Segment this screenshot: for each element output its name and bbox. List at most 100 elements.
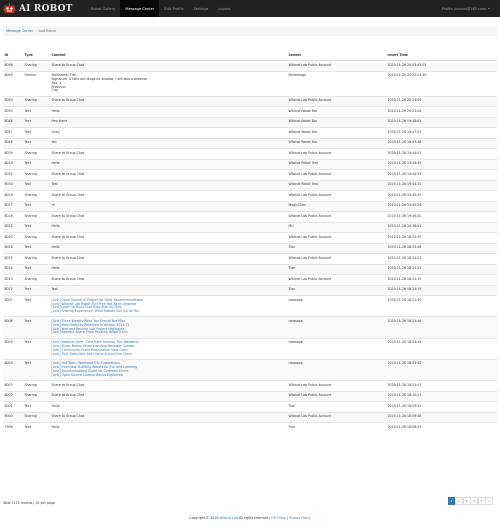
cell-content: [Link] Weather Alert: Cold Front Arrivin… <box>50 337 287 360</box>
cell-type: Sharing <box>23 211 50 223</box>
cell-time: 2019-11-26 18:24:22 <box>386 263 497 275</box>
nav-robot-gallery[interactable]: Robot Gallery <box>86 0 120 17</box>
header-id[interactable]: ID <box>3 51 23 62</box>
nav-edit-profile[interactable]: Edit Profile <box>159 0 188 17</box>
header-type[interactable]: Type <box>23 51 50 62</box>
cell-time: 2019-11-26 18:21:30 <box>386 295 497 317</box>
cell-type: Sharing <box>23 411 50 423</box>
cell-time: 2019-11-26 18:21:41 <box>386 380 497 392</box>
table-row: 8003 Sharing Share to Group Chat Wildcat La… <box>3 380 497 392</box>
cell-time: 2019-11-26 18:09:48 <box>386 411 497 423</box>
header-sender[interactable]: Sender <box>287 51 386 62</box>
cell-content: Share to Group Chat <box>50 380 287 392</box>
cell-content: Test <box>50 179 287 191</box>
header-time[interactable]: Insert Time <box>386 51 497 62</box>
cell-id: 8033 <box>3 158 23 170</box>
table-row: 8047 Text Okay Wildcat Robot Bro 2019-11-26 … <box>3 127 497 139</box>
cell-sender: MU <box>287 221 386 233</box>
user-menu[interactable]: Profile (xxxxxx@163.com) <box>442 0 490 17</box>
cell-id: 8029 <box>3 190 23 202</box>
cell-type: Text <box>23 337 50 360</box>
cell-id: 7999 <box>3 422 23 434</box>
next-page-button[interactable]: » <box>485 497 493 505</box>
breadcrumb-home[interactable]: Message Center <box>6 29 33 33</box>
content-line: Share to Group Chat <box>51 382 85 387</box>
copyright-separator: | <box>286 516 288 520</box>
cell-time: 2019-11-26 20:24:06 <box>386 95 497 107</box>
cell-id: 8030 <box>3 179 23 191</box>
content-line: Share to Group Chat <box>51 213 85 218</box>
record-summary: Total 2113 records | 30 per page <box>3 501 55 505</box>
cell-sender: Tian <box>287 422 386 434</box>
table-row: 8032 Sharing Share to Group Chat Wildcat La… <box>3 169 497 181</box>
cell-type: Text <box>23 422 50 434</box>
brand-name: AI ROBOT <box>19 3 73 14</box>
content-link[interactable]: [Link] Open Source License Basics Explai… <box>52 373 286 378</box>
cell-content: Share to Group Chat <box>50 390 287 402</box>
pagination: 1 2 3 4 5» <box>447 497 493 505</box>
cell-time: 2019-11-26 18:21:42 <box>386 358 497 381</box>
brand[interactable]: AI ROBOT <box>3 1 73 16</box>
table-row: 8015 Sharing Share to Group Chat Wildcat La… <box>3 253 497 265</box>
cell-time: 2019-11-26 19:44:49 <box>386 158 497 170</box>
cell-time: 2019-11-26 18:24:23 <box>386 253 497 265</box>
cell-time: 2019-11-26 19:48:01 <box>386 116 497 128</box>
content-link[interactable]: [Link] Tips: Keep Your Bot Online Around… <box>52 352 286 357</box>
cell-time: 2019-11-26 19:36:01 <box>386 221 497 233</box>
cell-time: 2019-11-26 19:44:01 <box>386 148 497 160</box>
icp-link[interactable]: ICP Filing <box>271 516 285 520</box>
cell-id: 8039 <box>3 148 23 160</box>
table-row: 8012 Text Test Tian 2019-11-26 18:24:19 <box>3 284 497 296</box>
content-line: Hello <box>51 266 60 271</box>
cell-type: Sharing <box>23 380 50 392</box>
table-row: 8050 Sharing Share to Group Chat Wildcat La… <box>3 95 497 107</box>
cell-sender: newsapp <box>287 316 386 339</box>
cell-content: Test <box>50 284 287 296</box>
content-line: Share to Group Chat <box>51 414 85 419</box>
copyright-link[interactable]: Wildcat Lab <box>219 516 238 520</box>
cell-sender: Wildcat Lab Public Account <box>287 390 386 402</box>
breadcrumb: Message Center / Add Robot <box>3 26 497 36</box>
content-line: Share to Group Chat <box>51 192 85 197</box>
cell-sender: Wildcat Lab Public Account <box>287 148 386 160</box>
cell-content: Hey there <box>50 116 287 128</box>
cell-sender: Wildcat Robot Test <box>287 179 386 191</box>
cell-type: Sharing <box>23 169 50 181</box>
cell-type: Text <box>23 179 50 191</box>
cell-id: 8013 <box>3 274 23 286</box>
cell-sender: MagicChen <box>287 200 386 212</box>
cell-id: 8048 <box>3 116 23 128</box>
table-row: 8005 Text [Link] Weather Alert: Cold Front… <box>3 337 497 360</box>
nav-logout[interactable]: Logout <box>213 0 235 17</box>
cell-sender: Wildcat Lab Public Account <box>287 274 386 286</box>
cell-sender: Tian <box>287 263 386 275</box>
content-link[interactable]: [Link] Sharing Experience: What Robots C… <box>52 309 286 314</box>
cell-type: Sharing <box>23 390 50 402</box>
cell-content: Hello <box>50 106 287 118</box>
privacy-link[interactable]: Privacy Policy <box>289 516 311 520</box>
table-row: 8014 Text Hello Tian 2019-11-26 18:24:22 <box>3 263 497 275</box>
header-content[interactable]: Content <box>50 51 287 62</box>
cell-time: 2019-11-26 20:22:43.40 <box>386 70 497 97</box>
cell-content: Hello <box>50 263 287 275</box>
content-line: Yes <box>51 140 57 145</box>
cell-time: 2019-11-26 18:24:19 <box>386 274 497 286</box>
cell-id: 8050 <box>3 106 23 118</box>
cell-sender: Wildcat Robot Bro <box>287 106 386 118</box>
cell-id: 8007 <box>3 295 23 317</box>
nav-message-center[interactable]: Message Center <box>120 0 160 17</box>
cell-content: Share to Group Chat <box>50 169 287 181</box>
robot-logo-icon <box>3 2 16 13</box>
cell-sender: Wildcat Robot Bro <box>287 116 386 128</box>
cell-content: Share to Group Chat <box>50 190 287 202</box>
table-row: 8025 Text Hello MU 2019-11-26 19:36:01 <box>3 221 497 233</box>
content-line: Share to Group Chat <box>51 276 85 281</box>
nav-settings[interactable]: Settings <box>189 0 214 17</box>
content-line: Hello <box>51 403 60 408</box>
content-line: City: <box>51 88 59 93</box>
cell-id: 8003 <box>3 380 23 392</box>
cell-id: 8025 <box>3 221 23 233</box>
content-link[interactable]: [Link] Readers Share Their Favorite Robo… <box>52 331 286 335</box>
content-line: Hello <box>51 161 60 166</box>
cell-type: Friends <box>23 70 50 97</box>
